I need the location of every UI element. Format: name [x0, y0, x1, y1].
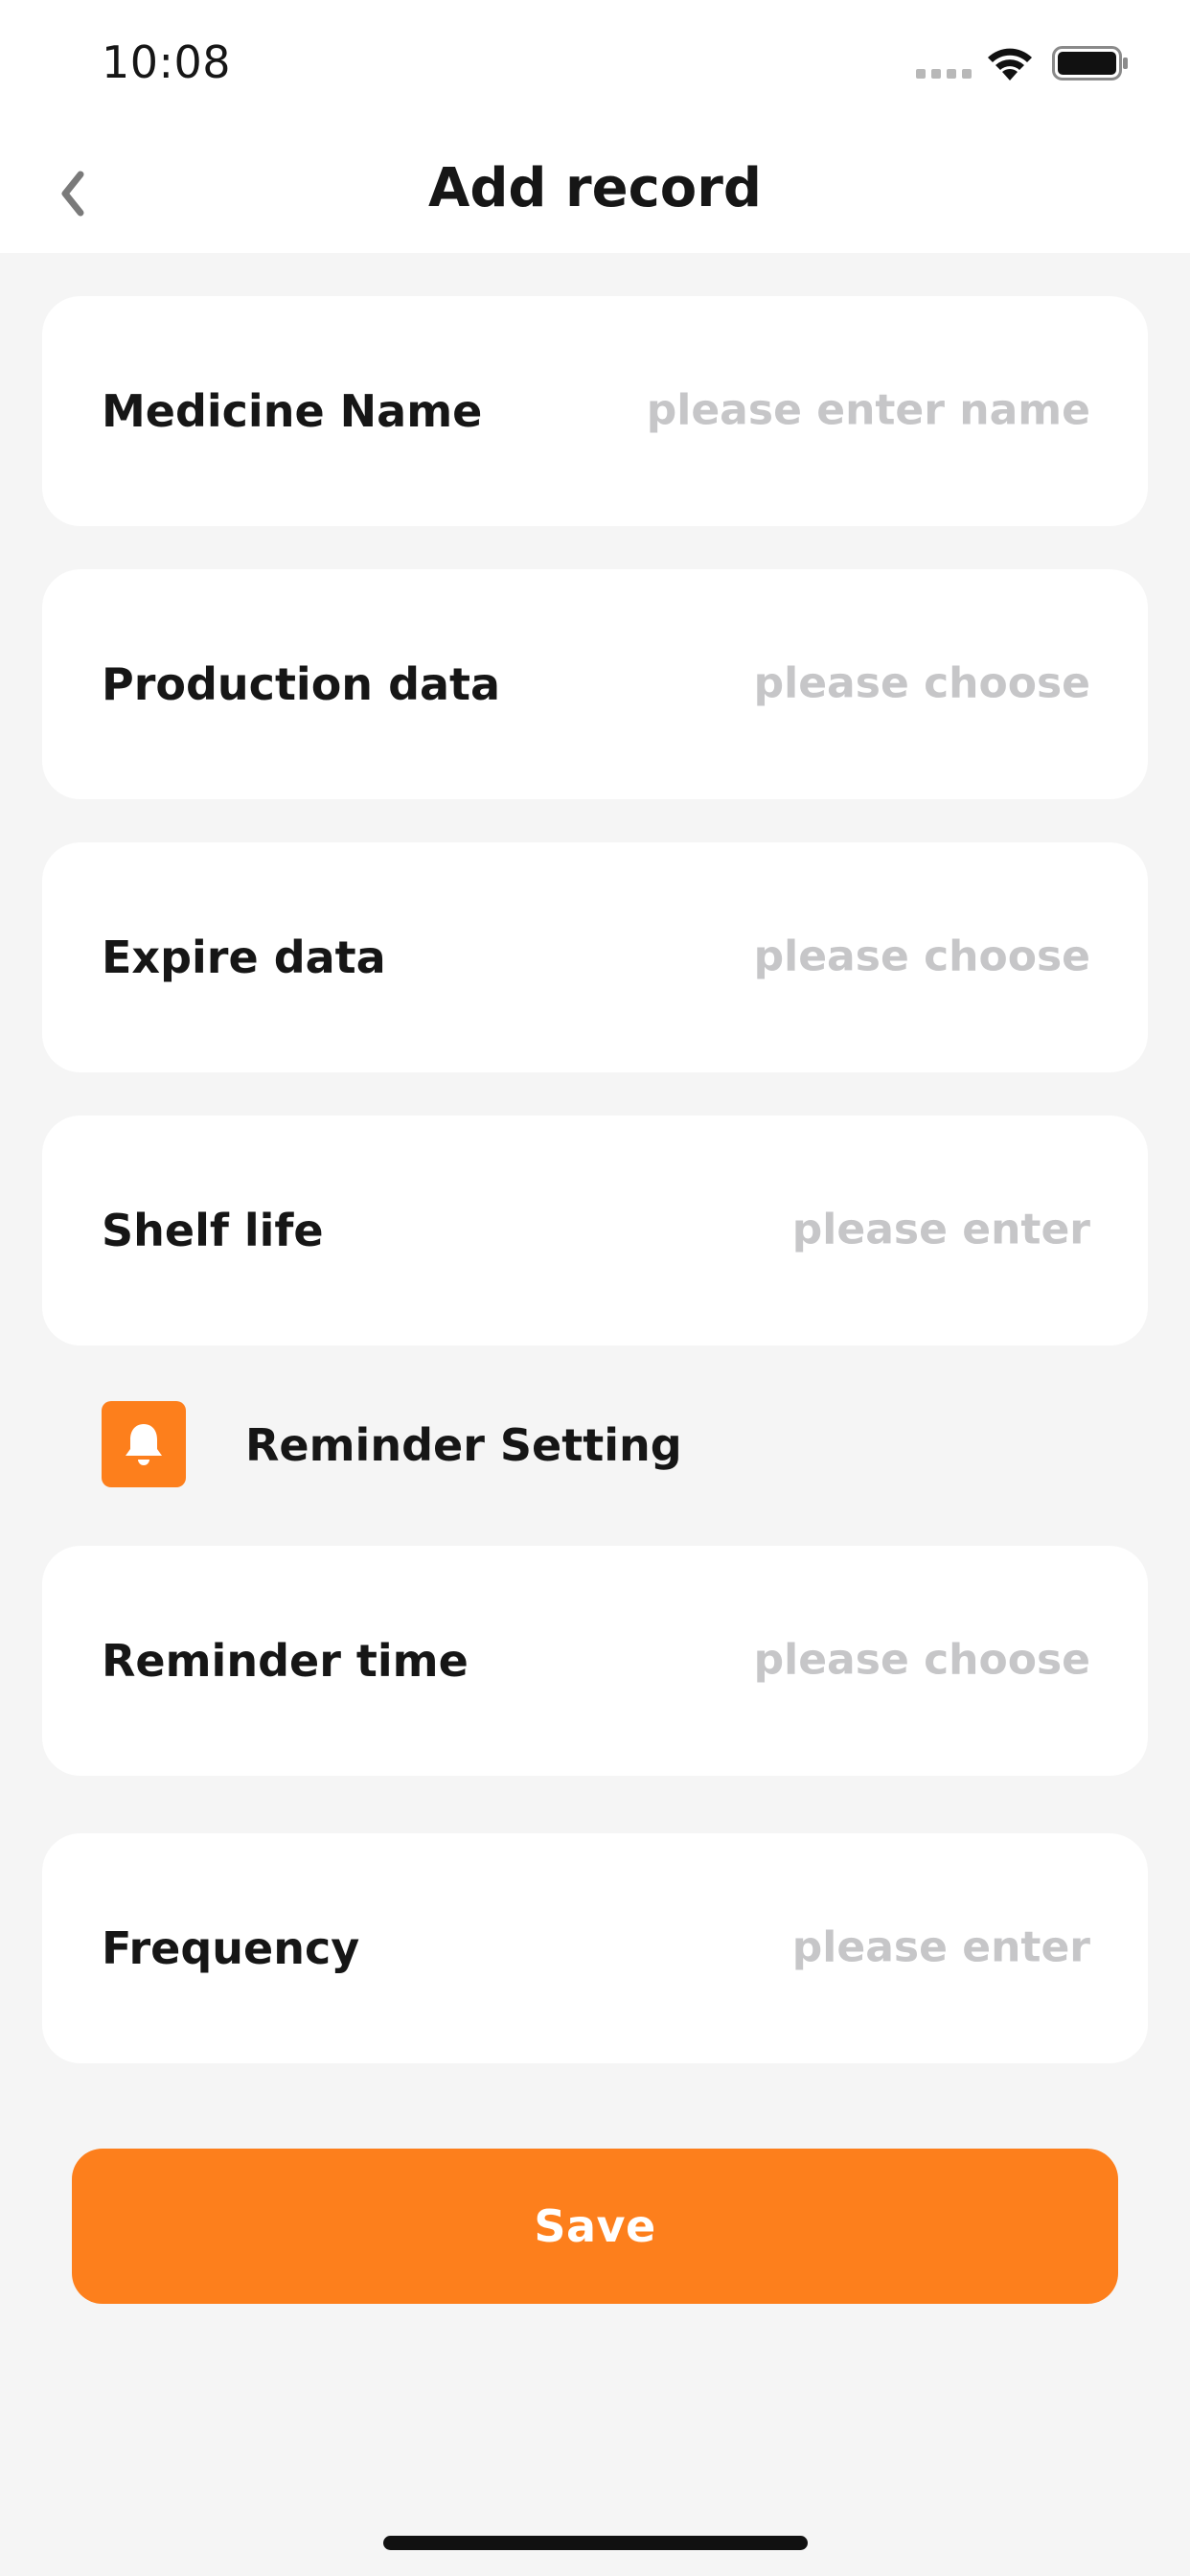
bell-icon — [102, 1401, 186, 1487]
shelf-life-input[interactable] — [554, 1195, 1090, 1263]
medicine-name-label: Medicine Name — [102, 385, 483, 437]
production-date-row[interactable]: Production data — [42, 569, 1148, 799]
reminder-time-picker[interactable] — [554, 1625, 1090, 1693]
frequency-label: Frequency — [102, 1922, 360, 1974]
status-bar: 10:08 — [0, 0, 1190, 134]
status-time: 10:08 — [102, 36, 232, 88]
reminder-setting-title: Reminder Setting — [245, 1419, 682, 1471]
battery-icon — [1052, 46, 1128, 80]
production-date-picker[interactable] — [554, 649, 1090, 717]
shelf-life-label: Shelf life — [102, 1205, 324, 1256]
reminder-time-row[interactable]: Reminder time — [42, 1546, 1148, 1776]
navigation-bar: Add record — [0, 134, 1190, 253]
expire-date-picker[interactable] — [554, 922, 1090, 990]
medicine-name-row[interactable]: Medicine Name — [42, 296, 1148, 526]
expire-date-row[interactable]: Expire data — [42, 842, 1148, 1072]
reminder-time-label: Reminder time — [102, 1635, 469, 1687]
page-title: Add record — [428, 157, 762, 219]
production-date-label: Production data — [102, 658, 501, 710]
expire-date-label: Expire data — [102, 932, 386, 983]
cellular-signal-icon — [916, 69, 972, 79]
save-button[interactable]: Save — [72, 2149, 1118, 2304]
home-indicator — [383, 2536, 808, 2550]
medicine-name-input[interactable] — [554, 376, 1090, 444]
reminder-setting-header: Reminder Setting — [102, 1401, 1060, 1487]
shelf-life-row[interactable]: Shelf life — [42, 1116, 1148, 1346]
wifi-icon — [988, 48, 1032, 80]
frequency-row[interactable]: Frequency — [42, 1833, 1148, 2063]
frequency-input[interactable] — [554, 1913, 1090, 1981]
